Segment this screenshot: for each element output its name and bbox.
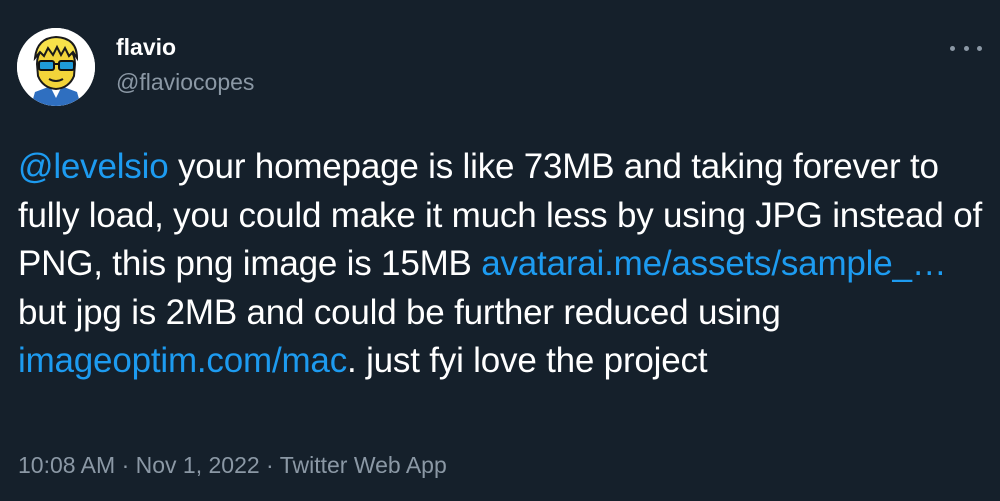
tweet-text-segment: but jpg is 2MB and could be further redu… [18,292,781,332]
more-options-icon[interactable] [950,34,982,62]
avatar[interactable] [17,28,95,106]
tweet-date[interactable]: Nov 1, 2022 [136,452,260,478]
tweet-source[interactable]: Twitter Web App [280,452,447,478]
tweet-metadata: 10:08 AM · Nov 1, 2022 · Twitter Web App [18,452,447,479]
separator: · [115,452,136,478]
avatar-image [17,28,95,106]
tweet-text: @levelsio your homepage is like 73MB and… [18,143,983,386]
url-link[interactable]: imageoptim.com/mac [18,341,347,380]
dot [977,45,982,51]
tweet-time[interactable]: 10:08 AM [18,452,115,478]
display-name[interactable]: flavio [116,34,176,61]
dot [950,45,955,51]
dot [963,45,969,51]
url-link[interactable]: avatarai.me/assets/sample_… [481,244,947,283]
separator: · [259,452,280,478]
mention-link[interactable]: @levelsio [18,147,169,186]
tweet-text-segment: . just fyi love the project [347,341,708,380]
user-handle[interactable]: @flaviocopes [116,69,254,96]
tweet-card: flavio @flaviocopes @levelsio your homep… [0,0,1000,501]
